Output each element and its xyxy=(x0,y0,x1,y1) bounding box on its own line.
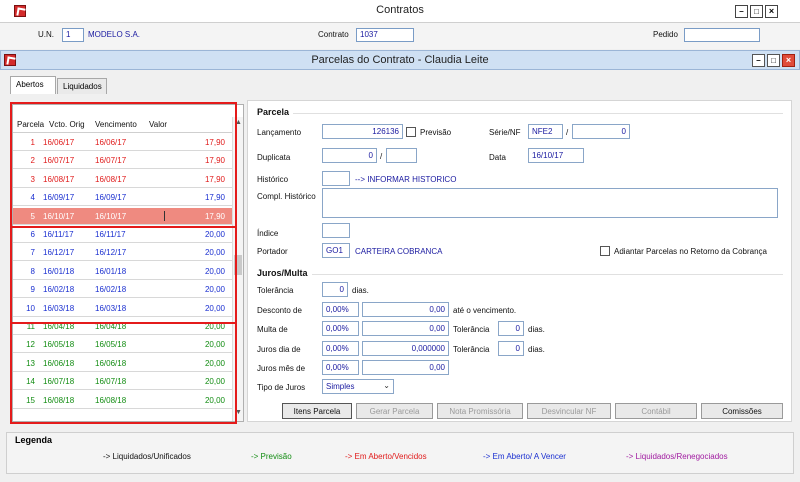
tipo-juros-label: Tipo de Juros xyxy=(257,383,306,392)
historico-code-field[interactable] xyxy=(322,171,350,186)
itens-parcela-button[interactable]: Itens Parcela xyxy=(282,403,352,419)
data-label: Data xyxy=(489,153,506,162)
highlight-box-overdue xyxy=(10,102,237,228)
ate-vencimento-label: até o vencimento. xyxy=(453,306,517,315)
legend-item-renegociados: -> Liquidados/Renegociados xyxy=(626,452,728,461)
desvincular-nf-button[interactable]: Desvincular NF xyxy=(527,403,611,419)
chevron-down-icon: ⌄ xyxy=(383,381,390,390)
tipo-juros-select[interactable]: Simples ⌄ xyxy=(322,379,394,394)
juros-mes-pct-field[interactable]: 0,00% xyxy=(322,360,359,375)
inner-window-title: Parcelas do Contrato - Claudia Leite xyxy=(311,54,489,66)
multa-pct-field[interactable]: 0,00% xyxy=(322,321,359,336)
pedido-label: Pedido xyxy=(653,30,678,39)
outer-title-bar: Contratos – □ × xyxy=(0,0,800,23)
tab-liquidados[interactable]: Liquidados xyxy=(57,78,107,94)
desconto-val-field[interactable]: 0,00 xyxy=(362,302,449,317)
parcela-section-title: Parcela xyxy=(257,107,290,117)
inner-minimize-icon[interactable]: – xyxy=(752,54,765,67)
un-label: U.N. xyxy=(38,30,54,39)
compl-historico-label: Compl. Histórico xyxy=(257,192,316,201)
serie-separator: / xyxy=(566,128,569,137)
desconto-label: Desconto de xyxy=(257,306,302,315)
duplicata-label: Duplicata xyxy=(257,153,291,162)
contrato-label: Contrato xyxy=(318,30,349,39)
legend-item-previsao: -> Previsão xyxy=(251,452,292,461)
multa-label: Multa de xyxy=(257,325,288,334)
multa-tolerancia-field[interactable]: 0 xyxy=(498,321,524,336)
inner-window-controls: – □ × xyxy=(752,54,795,67)
juros-mes-val-field[interactable]: 0,00 xyxy=(362,360,449,375)
juros-mes-label: Juros mês de xyxy=(257,364,306,373)
juros-dias: dias. xyxy=(528,345,545,354)
legend-box: Legenda -> Liquidados/Unificados -> Prev… xyxy=(6,432,794,474)
indice-field[interactable] xyxy=(322,223,350,238)
legend-item-vencidos: -> Em Aberto/Vencidos xyxy=(345,452,427,461)
portador-code-field[interactable]: GO1 xyxy=(322,243,350,258)
divider xyxy=(293,113,783,114)
portador-label: Portador xyxy=(257,247,288,256)
un-name: MODELO S.A. xyxy=(88,30,141,39)
juros-section-title: Juros/Multa xyxy=(257,268,308,278)
contract-header-form: U.N. 1 MODELO S.A. Contrato 1037 Pedido xyxy=(0,23,800,49)
divider xyxy=(312,274,783,275)
outer-window-controls: – □ × xyxy=(735,5,778,18)
highlight-box-forecast xyxy=(10,322,237,424)
lancamento-field[interactable]: 126136 xyxy=(322,124,403,139)
legend-title: Legenda xyxy=(15,435,53,445)
minimize-icon[interactable]: – xyxy=(735,5,748,18)
compl-historico-field[interactable] xyxy=(322,188,778,218)
previsao-label: Previsão xyxy=(420,128,452,137)
duplicata-field-2[interactable] xyxy=(386,148,417,163)
un-input[interactable]: 1 xyxy=(62,28,84,42)
inner-title-bar: Parcelas do Contrato - Claudia Leite – □… xyxy=(0,50,800,70)
tolerancia-field[interactable]: 0 xyxy=(322,282,348,297)
juros-tolerancia-label: Tolerância xyxy=(453,345,490,354)
inner-close-icon[interactable]: × xyxy=(782,54,795,67)
comissoes-button[interactable]: Comissões xyxy=(701,403,783,419)
previsao-checkbox[interactable] xyxy=(406,127,416,137)
tolerancia-label: Tolerância xyxy=(257,286,294,295)
desconto-pct-field[interactable]: 0,00% xyxy=(322,302,359,317)
serie-label: Série/NF xyxy=(489,128,521,137)
data-field[interactable]: 16/10/17 xyxy=(528,148,584,163)
legend-item-liquidados: -> Liquidados/Unificados xyxy=(103,452,191,461)
contabil-button[interactable]: Contábil xyxy=(615,403,697,419)
indice-label: Índice xyxy=(257,229,279,238)
historico-label: Histórico xyxy=(257,175,289,184)
legend-item-a-vencer: -> Em Aberto/ A Vencer xyxy=(483,452,566,461)
juros-tolerancia-field[interactable]: 0 xyxy=(498,341,524,356)
portador-name: CARTEIRA COBRANCA xyxy=(355,247,443,256)
juros-dia-pct-field[interactable]: 0,00% xyxy=(322,341,359,356)
contrato-input[interactable]: 1037 xyxy=(356,28,414,42)
multa-dias: dias. xyxy=(528,325,545,334)
duplicata-field[interactable]: 0 xyxy=(322,148,377,163)
duplicata-separator: / xyxy=(380,152,383,161)
historico-text: --> INFORMAR HISTORICO xyxy=(355,175,457,184)
tab-abertos[interactable]: Abertos xyxy=(10,76,56,94)
juros-dia-label: Juros dia de xyxy=(257,345,301,354)
maximize-icon[interactable]: □ xyxy=(750,5,763,18)
tipo-juros-value: Simples xyxy=(326,382,355,391)
multa-val-field[interactable]: 0,00 xyxy=(362,321,449,336)
tolerancia-dias: dias. xyxy=(352,286,369,295)
lancamento-label: Lançamento xyxy=(257,128,302,137)
adiantar-checkbox[interactable] xyxy=(600,246,610,256)
gerar-parcela-button[interactable]: Gerar Parcela xyxy=(356,403,433,419)
outer-window-title: Contratos xyxy=(376,4,424,16)
serie-field[interactable]: NFE2 xyxy=(528,124,563,139)
juros-dia-val-field[interactable]: 0,000000 xyxy=(362,341,449,356)
pedido-input[interactable] xyxy=(684,28,760,42)
parcela-detail-panel: Parcela Lançamento 126136 Previsão Série… xyxy=(247,100,792,422)
highlight-box-upcoming xyxy=(10,226,237,324)
close-icon[interactable]: × xyxy=(765,5,778,18)
multa-tolerancia-label: Tolerância xyxy=(453,325,490,334)
inner-maximize-icon[interactable]: □ xyxy=(767,54,780,67)
adiantar-label: Adiantar Parcelas no Retorno da Cobrança xyxy=(614,247,767,256)
nota-promissoria-button[interactable]: Nota Promissória xyxy=(437,403,523,419)
nf-field[interactable]: 0 xyxy=(572,124,630,139)
